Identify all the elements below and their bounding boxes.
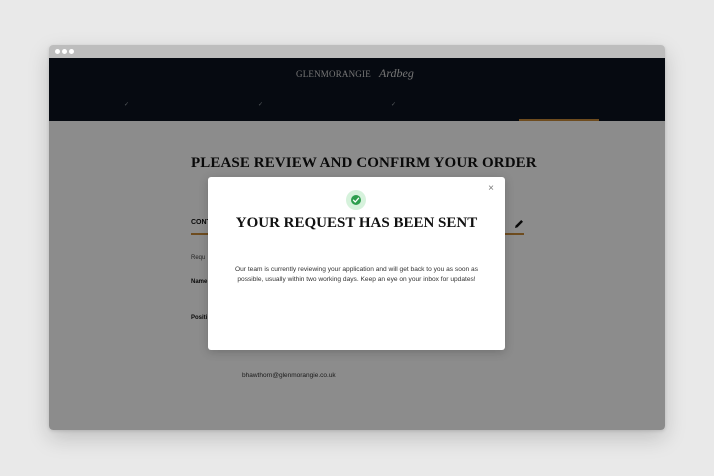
window-dot xyxy=(55,49,60,54)
browser-window: GLENMORANGIE Ardbeg ✓ ✓ ✓ PLEASE REVIEW … xyxy=(49,45,665,430)
window-titlebar xyxy=(49,45,665,58)
modal-message: Our team is currently reviewing your app… xyxy=(235,266,478,283)
window-dot xyxy=(62,49,67,54)
window-dot xyxy=(69,49,74,54)
success-check-icon xyxy=(346,190,366,210)
checkmark-icon xyxy=(352,197,360,203)
request-sent-modal: × YOUR REQUEST HAS BEEN SENT Our team is… xyxy=(208,177,505,350)
modal-title: YOUR REQUEST HAS BEEN SENT xyxy=(235,215,478,231)
close-icon[interactable]: × xyxy=(486,184,496,194)
